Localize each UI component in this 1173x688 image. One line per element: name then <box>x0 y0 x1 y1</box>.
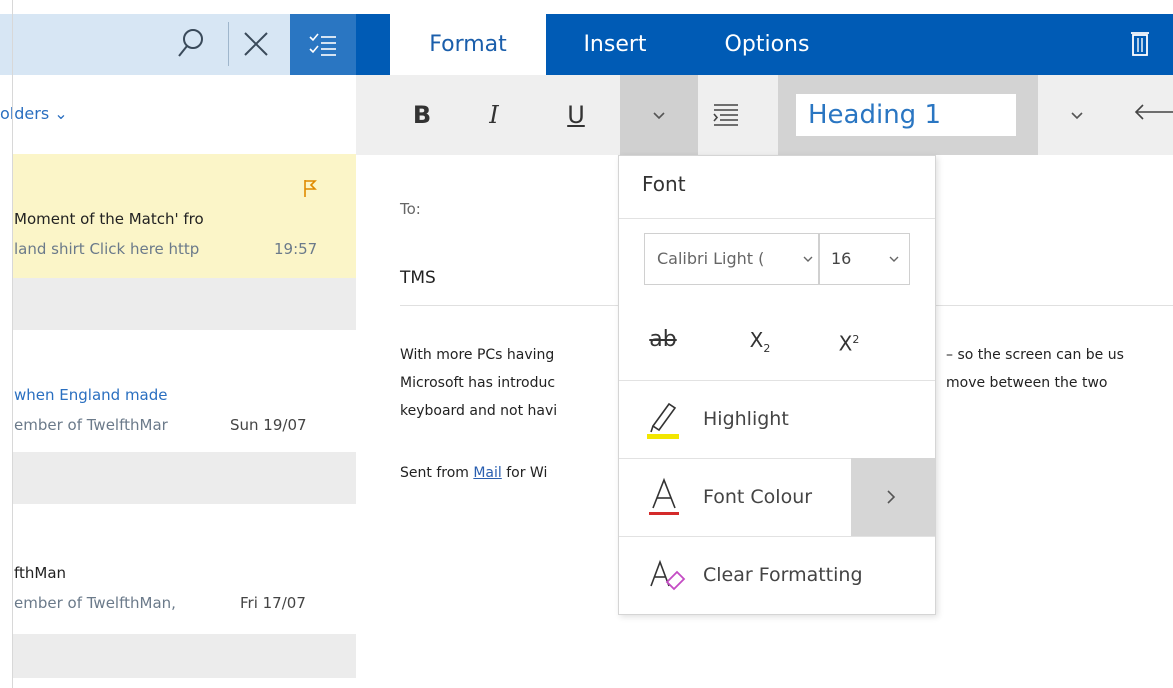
tab-options[interactable]: Options <box>712 14 822 75</box>
list-separator <box>12 452 356 504</box>
subscript-label: X <box>749 328 764 352</box>
signature-prefix: Sent from <box>400 465 474 481</box>
chevron-right-icon <box>887 490 896 504</box>
trash-icon[interactable] <box>1130 26 1152 60</box>
message-preview: land shirt Click here http <box>14 240 200 258</box>
body-text-line[interactable]: With more PCs having <box>400 347 554 363</box>
strikethrough-label: ab <box>649 327 677 352</box>
message-time: Fri 17/07 <box>240 594 306 612</box>
chevron-down-icon <box>803 256 813 262</box>
superscript-mark: 2 <box>852 333 860 346</box>
body-text-line[interactable]: – so the screen can be us <box>946 347 1124 363</box>
message-preview: ember of TwelfthMar <box>14 416 168 434</box>
highlight-button[interactable]: Highlight <box>619 380 935 458</box>
list-separator <box>12 634 356 678</box>
message-time: 19:57 <box>274 240 318 258</box>
list-item[interactable]: Moment of the Match' fro land shirt Clic… <box>12 154 356 278</box>
font-size-value: 16 <box>831 249 852 268</box>
signature-suffix: for Wi <box>501 465 548 481</box>
font-size-select[interactable]: 16 <box>818 233 910 285</box>
flag-icon[interactable] <box>302 178 318 198</box>
subscript-mark: 2 <box>763 342 771 355</box>
superscript-button[interactable]: X2 <box>824 320 874 360</box>
message-subject: when England made <box>14 386 168 404</box>
signature-line[interactable]: Sent from Mail for Wi <box>400 465 547 481</box>
highlighter-icon <box>647 402 679 439</box>
selection-mode-button[interactable] <box>290 14 356 75</box>
clear-formatting-icon <box>650 559 686 591</box>
subject-field[interactable]: TMS <box>400 268 436 288</box>
bold-button[interactable]: B <box>400 75 444 155</box>
clear-formatting-label: Clear Formatting <box>703 564 863 586</box>
body-text-line[interactable]: keyboard and not havi <box>400 403 557 419</box>
highlight-label: Highlight <box>703 408 789 430</box>
list-item[interactable]: fthMan ember of TwelfthMan, Fri 17/07 <box>12 504 356 634</box>
font-name-select[interactable]: Calibri Light ( <box>644 233 820 285</box>
pane-border <box>12 0 13 688</box>
style-dropdown-button[interactable] <box>1038 75 1116 155</box>
font-options-toggle[interactable] <box>620 75 698 155</box>
message-time: Sun 19/07 <box>230 416 307 434</box>
strikethrough-button[interactable]: ab <box>638 320 688 360</box>
paragraph-format-icon[interactable] <box>706 95 746 135</box>
folders-dropdown[interactable]: olders ⌄ <box>0 104 68 123</box>
message-subject: fthMan <box>14 564 67 582</box>
mail-link[interactable]: Mail <box>473 465 501 481</box>
panel-title: Font <box>642 172 686 196</box>
panel-divider <box>619 218 935 219</box>
tab-format[interactable]: Format <box>390 14 546 75</box>
font-colour-label: Font Colour <box>703 486 813 508</box>
undo-icon[interactable] <box>1132 100 1173 130</box>
italic-button[interactable]: I <box>472 75 516 155</box>
paragraph-style-field[interactable]: Heading 1 <box>796 94 1016 136</box>
to-field-label[interactable]: To: <box>400 200 421 218</box>
underline-button[interactable]: U <box>554 75 598 155</box>
font-colour-button[interactable]: Font Colour <box>619 458 851 536</box>
font-colour-icon <box>649 477 679 515</box>
message-subject: Moment of the Match' fro <box>14 210 204 228</box>
body-text-line[interactable]: move between the two <box>946 375 1107 391</box>
chevron-down-icon <box>653 112 665 120</box>
message-preview: ember of TwelfthMan, <box>14 594 176 612</box>
font-colour-expand-button[interactable] <box>851 458 935 536</box>
chevron-down-icon <box>889 256 899 262</box>
chevron-down-icon <box>1071 112 1083 120</box>
list-item[interactable]: when England made ember of TwelfthMar Su… <box>12 330 356 452</box>
subscript-button[interactable]: X2 <box>735 320 785 360</box>
search-icon[interactable] <box>176 26 206 60</box>
clear-formatting-button[interactable]: Clear Formatting <box>619 536 935 614</box>
list-separator <box>12 278 356 330</box>
body-text-line[interactable]: Microsoft has introduc <box>400 375 555 391</box>
search-divider <box>228 22 229 66</box>
checklist-icon <box>309 33 336 56</box>
superscript-label: X <box>838 331 853 356</box>
tab-insert[interactable]: Insert <box>575 14 655 75</box>
close-icon[interactable] <box>240 28 272 60</box>
font-name-value: Calibri Light ( <box>657 249 765 268</box>
